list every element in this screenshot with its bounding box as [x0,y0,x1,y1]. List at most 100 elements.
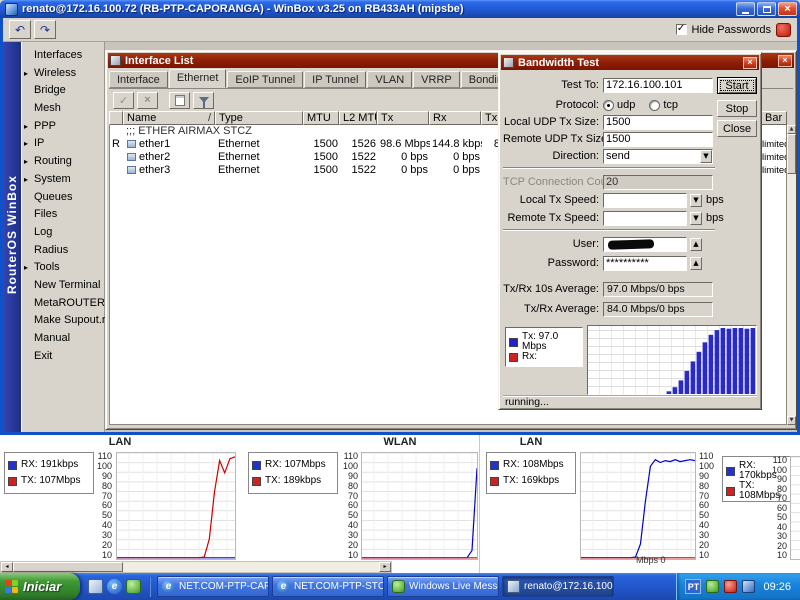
taskbar-start-button[interactable]: Iniciar [0,573,80,600]
column-header-rx[interactable]: Rx [429,111,481,125]
sidebar-item-log[interactable]: Log [21,224,104,242]
enable-button[interactable]: ✓ [113,92,134,109]
column-header-l2mtu[interactable]: L2 MTU [339,111,377,125]
scroll-left-icon[interactable]: ◂ [1,562,13,572]
submenu-arrow-icon: ▸ [24,259,28,277]
sidebar-item-new-terminal[interactable]: New Terminal [21,277,104,295]
tab-vlan[interactable]: VLAN [367,71,412,88]
ie-icon[interactable]: e [107,579,122,594]
sidebar: Interfaces ▸Wireless Bridge Mesh ▸PPP ▸I… [21,42,105,432]
tab-vrrp[interactable]: VRRP [413,71,460,88]
filter-button[interactable] [193,92,214,109]
sidebar-item-bridge[interactable]: Bridge [21,82,104,100]
scroll-right-icon[interactable]: ▸ [379,562,391,572]
task-button-winbox[interactable]: renato@172.16.100... [502,576,614,597]
local-udp-tx-size-input[interactable] [603,115,713,130]
hide-passwords-checkbox[interactable]: ✓ [676,24,687,35]
scroll-down-icon[interactable]: ▼ [787,416,796,425]
minimize-button[interactable] [736,2,755,16]
scroll-up-icon[interactable]: ▲ [787,125,796,134]
column-header-type[interactable]: Type [215,111,303,125]
graph-y-axis: 110100908070605040302010 [94,452,112,560]
tcp-connection-count-input [603,175,713,190]
chevron-up-icon[interactable]: ▲ [690,257,702,270]
sidebar-item-wireless[interactable]: ▸Wireless [21,65,104,83]
sidebar-item-mesh[interactable]: Mesh [21,100,104,118]
security-tray-icon[interactable] [724,580,737,593]
chevron-up-icon[interactable]: ▲ [690,238,702,251]
test-to-input[interactable] [603,78,713,93]
close-test-button[interactable]: Close [717,120,757,137]
sidebar-item-exit[interactable]: Exit [21,348,104,366]
chevron-down-icon[interactable]: ▼ [690,212,702,225]
protocol-radio-udp[interactable] [603,100,614,111]
sidebar-item-routing[interactable]: ▸Routing [21,153,104,171]
winbox-icon [507,580,520,593]
disable-button[interactable]: × [137,92,158,109]
direction-select[interactable]: send ▼ [603,149,713,164]
window-titlebar[interactable]: renato@172.16.100.72 (RB-PTP-CAPORANGA) … [0,0,800,18]
tab-ip-tunnel[interactable]: IP Tunnel [304,71,366,88]
task-button-stcz-page[interactable]: e NET.COM-PTP-STCZ-... [272,576,384,597]
rx-label: RX: 191kbps [21,460,78,470]
bandwidth-test-close-button[interactable]: × [743,57,757,69]
column-header-name[interactable]: Name/ [123,111,215,125]
close-button[interactable]: × [778,2,797,16]
task-button-caporanga-page[interactable]: e NET.COM-PTP-CAPO... [157,576,269,597]
user-input[interactable] [603,237,687,252]
horizontal-scrollbar[interactable]: ◂ ▸ [0,561,392,573]
column-header-tx[interactable]: Tx [377,111,429,125]
protocol-radio-tcp[interactable] [649,100,660,111]
graph-legend: RX: 108Mbps TX: 169kbps [486,452,576,494]
column-header-bar[interactable]: Bar [761,111,787,125]
window-title: renato@172.16.100.72 (RB-PTP-CAPORANGA) … [22,3,736,15]
remote-udp-tx-size-input[interactable] [603,132,713,147]
messenger-icon[interactable] [126,579,141,594]
limited-cell: limited [760,151,786,164]
type-cell: Ethernet [216,151,304,164]
local-tx-speed-input[interactable] [603,193,687,208]
remote-tx-speed-input[interactable] [603,211,687,226]
taskbar-divider [149,577,151,597]
sidebar-item-ppp[interactable]: ▸PPP [21,118,104,136]
maximize-button[interactable] [757,2,776,16]
start-button[interactable]: Start [717,77,757,94]
vertical-scrollbar[interactable]: ▲ ▼ [787,125,796,425]
sidebar-item-queues[interactable]: Queues [21,189,104,207]
sidebar-item-manual[interactable]: Manual [21,330,104,348]
stop-button[interactable]: Stop [717,100,757,117]
sidebar-item-system[interactable]: ▸System [21,171,104,189]
scrollbar-thumb[interactable] [13,562,123,572]
l2mtu-cell: 1522 [340,151,378,164]
comment-button[interactable] [169,92,190,109]
tx-swatch [490,477,499,486]
sidebar-item-interfaces[interactable]: Interfaces [21,47,104,65]
show-desktop-icon[interactable] [88,579,103,594]
sidebar-item-tools[interactable]: ▸Tools [21,259,104,277]
interface-list-close-button[interactable]: × [778,55,792,67]
scrollbar-thumb[interactable] [787,134,796,174]
password-input[interactable] [603,256,687,271]
messenger-tray-icon[interactable] [706,580,719,593]
sidebar-item-metarouter[interactable]: MetaROUTER [21,295,104,313]
graph-title: LAN [486,436,576,448]
network-tray-icon[interactable] [742,580,755,593]
chevron-down-icon[interactable]: ▼ [690,194,702,207]
tx-legend-label: Tx: 97.0 Mbps [522,332,579,352]
sidebar-item-radius[interactable]: Radius [21,242,104,260]
tab-eoip-tunnel[interactable]: EoIP Tunnel [227,71,303,88]
sidebar-item-make-supout[interactable]: Make Supout.rif [21,312,104,330]
graph-canvas [361,452,478,560]
tab-interface[interactable]: Interface [109,71,168,88]
bandwidth-test-titlebar[interactable]: Bandwidth Test × [501,55,759,70]
language-indicator[interactable]: PT [685,579,701,594]
sidebar-item-ip[interactable]: ▸IP [21,135,104,153]
task-button-messenger[interactable]: Windows Live Messen... [387,576,499,597]
tab-ethernet[interactable]: Ethernet [169,69,227,88]
undo-button[interactable]: ↶ [9,20,31,39]
redo-button[interactable]: ↷ [34,20,56,39]
chevron-down-icon[interactable]: ▼ [700,150,712,163]
column-header-flags[interactable] [109,111,123,125]
column-header-mtu[interactable]: MTU [303,111,339,125]
sidebar-item-files[interactable]: Files [21,206,104,224]
